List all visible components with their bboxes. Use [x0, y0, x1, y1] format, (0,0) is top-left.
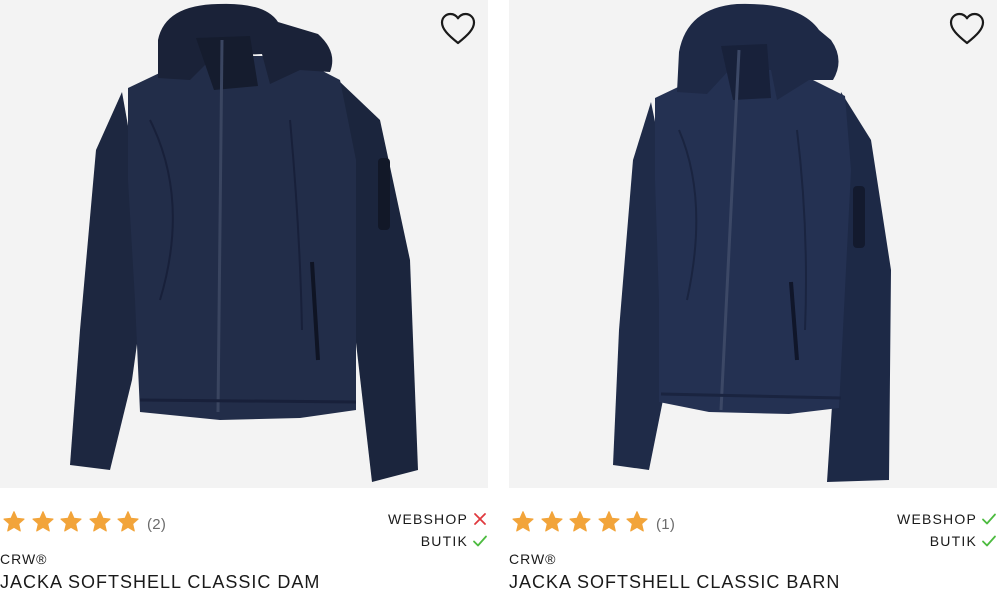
rating-stars: (2): [2, 510, 167, 539]
jacket-image: [70, 3, 418, 482]
product-card[interactable]: (1) WEBSHOP BUTIK CRW® JACKA SOFTSHELL C…: [509, 0, 997, 610]
star-icon: [540, 510, 564, 534]
availability-list: WEBSHOP BUTIK: [897, 508, 997, 552]
check-icon: [981, 511, 997, 527]
product-image[interactable]: [0, 0, 488, 488]
review-count: (2): [146, 515, 167, 533]
availability-label: BUTIK: [420, 533, 468, 549]
availability-label: WEBSHOP: [897, 511, 977, 527]
availability-butik: BUTIK: [388, 530, 488, 552]
availability-label: BUTIK: [929, 533, 977, 549]
product-name[interactable]: JACKA SOFTSHELL CLASSIC DAM: [0, 572, 320, 593]
check-icon: [472, 533, 488, 549]
star-icon: [88, 510, 112, 534]
availability-webshop: WEBSHOP: [388, 508, 488, 530]
star-icon: [597, 510, 621, 534]
star-icon: [2, 510, 26, 534]
cross-icon: [472, 511, 488, 527]
star-icon: [511, 510, 535, 534]
product-name[interactable]: JACKA SOFTSHELL CLASSIC BARN: [509, 572, 840, 593]
rating-stars: (1): [511, 510, 676, 539]
product-card[interactable]: (2) WEBSHOP BUTIK CRW® JACKA SOFTSHELL C…: [0, 0, 488, 610]
star-icon: [116, 510, 140, 534]
availability-list: WEBSHOP BUTIK: [388, 508, 488, 552]
star-icon: [625, 510, 649, 534]
product-brand: CRW®: [0, 551, 48, 567]
product-grid: (2) WEBSHOP BUTIK CRW® JACKA SOFTSHELL C…: [0, 0, 1000, 610]
product-brand: CRW®: [509, 551, 557, 567]
star-icon: [568, 510, 592, 534]
jacket-image: [613, 3, 891, 482]
wishlist-heart-icon[interactable]: [440, 12, 476, 46]
stars-container: [2, 510, 145, 539]
star-icon: [31, 510, 55, 534]
check-icon: [981, 533, 997, 549]
review-count: (1): [655, 515, 676, 533]
availability-webshop: WEBSHOP: [897, 508, 997, 530]
availability-butik: BUTIK: [897, 530, 997, 552]
product-image[interactable]: [509, 0, 997, 488]
star-icon: [59, 510, 83, 534]
availability-label: WEBSHOP: [388, 511, 468, 527]
stars-container: [511, 510, 654, 539]
wishlist-heart-icon[interactable]: [949, 12, 985, 46]
